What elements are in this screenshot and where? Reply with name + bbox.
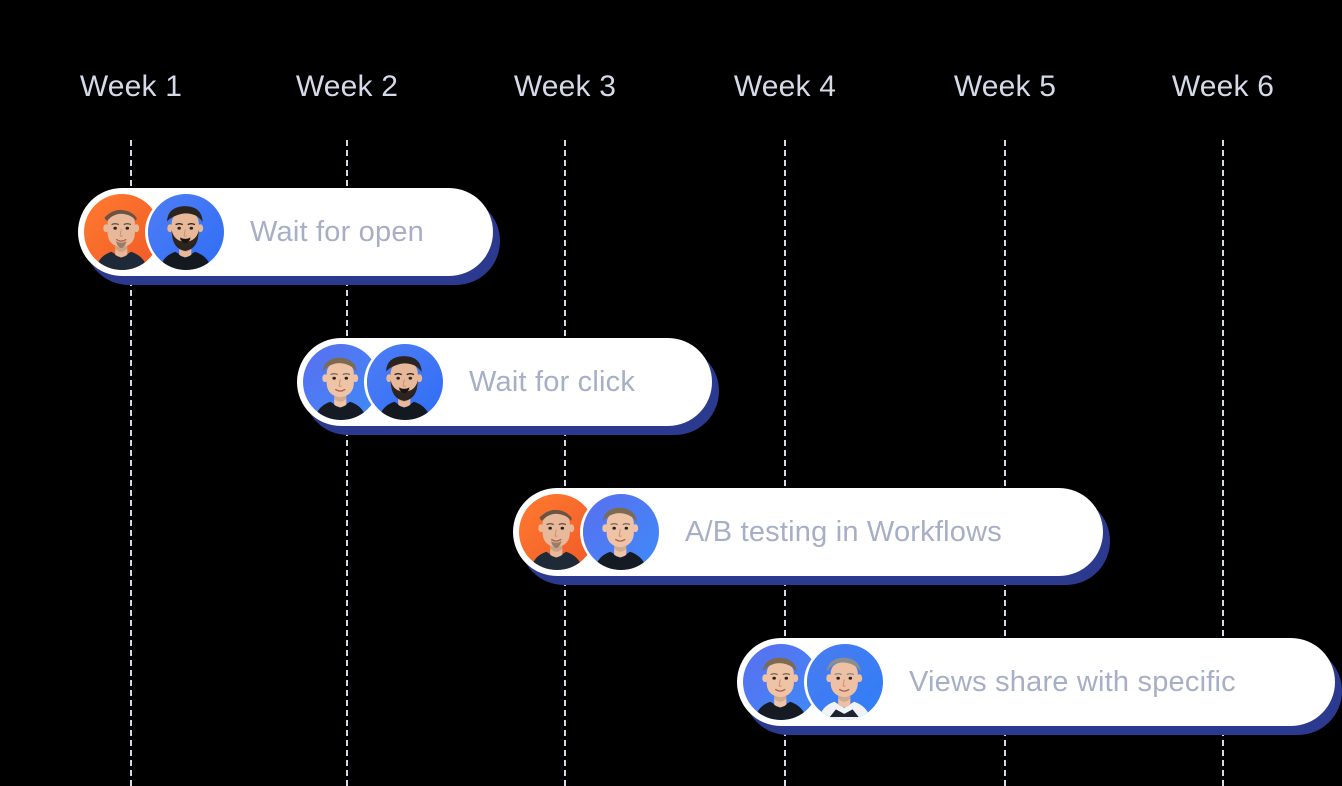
- assignee-avatar-group[interactable]: [519, 494, 659, 570]
- assignee-avatar-group[interactable]: [303, 344, 443, 420]
- week-label-6: Week 6: [1171, 70, 1275, 103]
- week-label-5: Week 5: [953, 70, 1057, 103]
- task-bar-content: A/B testing in Workflows: [513, 488, 1103, 576]
- task-bar[interactable]: Views share with specific: [737, 638, 1335, 726]
- week-label-1: Week 1: [79, 70, 183, 103]
- task-bar[interactable]: Wait for open: [78, 188, 493, 276]
- task-bar-content: Wait for click: [297, 338, 712, 426]
- gantt-chart: Week 1 Week 2 Week 3 Week 4 Week 5 Week 6 Wai…: [0, 0, 1342, 786]
- task-bar[interactable]: Wait for click: [297, 338, 712, 426]
- task-label: Views share with specific: [909, 665, 1236, 698]
- week-label-3: Week 3: [513, 70, 617, 103]
- avatar[interactable]: [583, 494, 659, 570]
- task-bar-content: Views share with specific: [737, 638, 1335, 726]
- task-label: Wait for click: [469, 365, 636, 398]
- task-label: A/B testing in Workflows: [685, 515, 1002, 548]
- assignee-avatar-group[interactable]: [743, 644, 883, 720]
- week-axis: Week 1 Week 2 Week 3 Week 4 Week 5 Week 6: [0, 0, 1342, 140]
- task-bar-content: Wait for open: [78, 188, 493, 276]
- task-bar[interactable]: A/B testing in Workflows: [513, 488, 1103, 576]
- avatar[interactable]: [367, 344, 443, 420]
- assignee-avatar-group[interactable]: [84, 194, 224, 270]
- avatar[interactable]: [807, 644, 883, 720]
- task-label: Wait for open: [250, 215, 424, 248]
- avatar[interactable]: [148, 194, 224, 270]
- week-label-2: Week 2: [295, 70, 399, 103]
- week-label-4: Week 4: [733, 70, 837, 103]
